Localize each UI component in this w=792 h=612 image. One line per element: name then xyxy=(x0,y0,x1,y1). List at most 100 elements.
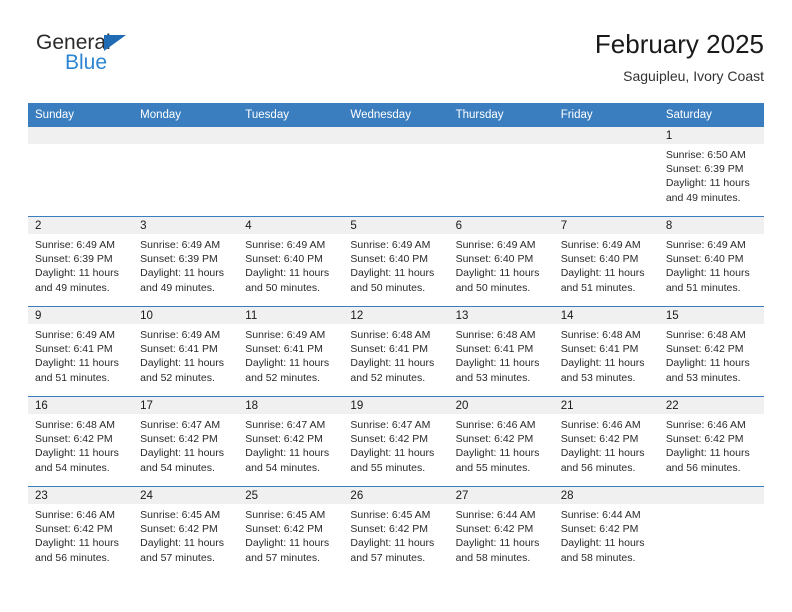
calendar-day-cell[interactable]: 28 Sunrise: 6:44 AM Sunset: 6:42 PM Dayligh… xyxy=(553,486,659,577)
sunset-text: Sunset: 6:39 PM xyxy=(35,253,113,266)
day-number: 3 xyxy=(133,217,239,234)
calendar-day-cell[interactable]: 16 Sunrise: 6:48 AM Sunset: 6:42 PM Dayligh… xyxy=(28,396,134,487)
day-cell-inner: 27 Sunrise: 6:44 AM Sunset: 6:42 PM Dayligh… xyxy=(448,487,554,577)
day-cell-inner: 6 Sunrise: 6:49 AM Sunset: 6:40 PM Daylight… xyxy=(448,217,554,306)
daylight-text: Daylight: 11 hours and 54 minutes. xyxy=(35,447,119,474)
day-details: Sunrise: 6:45 AM Sunset: 6:42 PM Daylight:… xyxy=(133,504,238,565)
calendar-day-cell[interactable]: 3 Sunrise: 6:49 AM Sunset: 6:39 PM Daylight… xyxy=(133,216,239,307)
day-details: Sunrise: 6:48 AM Sunset: 6:41 PM Daylight:… xyxy=(554,324,659,385)
daylight-text: Daylight: 11 hours and 57 minutes. xyxy=(350,537,435,564)
calendar-day-cell[interactable]: 18 Sunrise: 6:47 AM Sunset: 6:42 PM Dayligh… xyxy=(238,396,344,487)
sunset-text: Sunset: 6:41 PM xyxy=(35,343,113,356)
calendar-day-cell[interactable]: 27 Sunrise: 6:44 AM Sunset: 6:42 PM Dayligh… xyxy=(448,486,554,577)
calendar-day-cell[interactable]: 2 Sunrise: 6:49 AM Sunset: 6:39 PM Daylight… xyxy=(28,216,134,307)
sunset-text: Sunset: 6:40 PM xyxy=(455,253,534,266)
sunrise-text: Sunrise: 6:49 AM xyxy=(245,329,326,341)
calendar-day-cell[interactable]: 4 Sunrise: 6:49 AM Sunset: 6:40 PM Daylight… xyxy=(238,216,344,307)
calendar-day-cell[interactable]: 25 Sunrise: 6:45 AM Sunset: 6:42 PM Dayligh… xyxy=(238,486,344,577)
sunrise-text: Sunrise: 6:47 AM xyxy=(350,419,431,431)
day-details: Sunrise: 6:46 AM Sunset: 6:42 PM Daylight:… xyxy=(28,504,133,565)
page-title: February 2025 xyxy=(594,29,764,59)
logo-triangle-icon xyxy=(104,35,126,51)
day-details: Sunrise: 6:49 AM Sunset: 6:40 PM Daylight:… xyxy=(238,234,343,295)
daylight-text: Daylight: 11 hours and 49 minutes. xyxy=(35,267,119,294)
calendar-day-cell-empty xyxy=(343,126,449,217)
calendar-day-cell[interactable]: 24 Sunrise: 6:45 AM Sunset: 6:42 PM Dayligh… xyxy=(133,486,239,577)
sunrise-text: Sunrise: 6:49 AM xyxy=(245,239,326,251)
calendar-day-cell[interactable]: 9 Sunrise: 6:49 AM Sunset: 6:41 PM Daylight… xyxy=(28,306,134,397)
day-number: 8 xyxy=(658,217,764,234)
calendar-day-cell[interactable]: 19 Sunrise: 6:47 AM Sunset: 6:42 PM Dayligh… xyxy=(343,396,449,487)
calendar-day-cell[interactable]: 22 Sunrise: 6:46 AM Sunset: 6:42 PM Dayligh… xyxy=(658,396,764,487)
day-details: Sunrise: 6:49 AM Sunset: 6:41 PM Daylight:… xyxy=(133,324,238,385)
sunset-text: Sunset: 6:42 PM xyxy=(665,343,744,356)
sunset-text: Sunset: 6:42 PM xyxy=(245,523,323,536)
daylight-text: Daylight: 11 hours and 53 minutes. xyxy=(455,357,540,384)
day-cell-inner: 21 Sunrise: 6:46 AM Sunset: 6:42 PM Dayligh… xyxy=(553,397,659,486)
weekday-header-saturday: Saturday xyxy=(658,103,764,127)
day-number: 9 xyxy=(28,307,134,324)
sunset-text: Sunset: 6:40 PM xyxy=(665,253,744,266)
day-cell-inner: 26 Sunrise: 6:45 AM Sunset: 6:42 PM Dayligh… xyxy=(343,487,449,577)
day-number: 21 xyxy=(553,397,659,414)
day-number: 14 xyxy=(553,307,659,324)
day-cell-inner: 22 Sunrise: 6:46 AM Sunset: 6:42 PM Dayligh… xyxy=(658,397,764,486)
general-blue-logo[interactable]: General Blue xyxy=(36,32,176,88)
day-number: 18 xyxy=(238,397,344,414)
day-number xyxy=(658,487,764,504)
day-number: 24 xyxy=(133,487,239,504)
calendar-day-cell[interactable]: 23 Sunrise: 6:46 AM Sunset: 6:42 PM Dayligh… xyxy=(28,486,134,577)
calendar-day-cell[interactable]: 12 Sunrise: 6:48 AM Sunset: 6:41 PM Dayligh… xyxy=(343,306,449,397)
calendar-day-cell[interactable]: 15 Sunrise: 6:48 AM Sunset: 6:42 PM Dayligh… xyxy=(658,306,764,397)
day-details: Sunrise: 6:48 AM Sunset: 6:42 PM Daylight:… xyxy=(28,414,133,475)
sunrise-text: Sunrise: 6:48 AM xyxy=(560,329,641,341)
calendar-day-cell[interactable]: 7 Sunrise: 6:49 AM Sunset: 6:40 PM Daylight… xyxy=(553,216,659,307)
calendar-day-cell[interactable]: 17 Sunrise: 6:47 AM Sunset: 6:42 PM Dayligh… xyxy=(133,396,239,487)
day-cell-inner: 9 Sunrise: 6:49 AM Sunset: 6:41 PM Daylight… xyxy=(28,307,134,396)
calendar-day-cell[interactable]: 8 Sunrise: 6:49 AM Sunset: 6:40 PM Daylight… xyxy=(658,216,764,307)
day-details: Sunrise: 6:49 AM Sunset: 6:41 PM Daylight:… xyxy=(28,324,133,385)
sunset-text: Sunset: 6:42 PM xyxy=(350,523,429,536)
day-cell-inner xyxy=(343,127,449,216)
daylight-text: Daylight: 11 hours and 50 minutes. xyxy=(455,267,540,294)
calendar-day-cell[interactable]: 26 Sunrise: 6:45 AM Sunset: 6:42 PM Dayligh… xyxy=(343,486,449,577)
day-number: 6 xyxy=(448,217,554,234)
day-details: Sunrise: 6:49 AM Sunset: 6:40 PM Daylight:… xyxy=(554,234,659,295)
calendar-day-cell[interactable]: 6 Sunrise: 6:49 AM Sunset: 6:40 PM Daylight… xyxy=(448,216,554,307)
sunrise-text: Sunrise: 6:49 AM xyxy=(350,239,431,251)
calendar-day-cell[interactable]: 21 Sunrise: 6:46 AM Sunset: 6:42 PM Dayligh… xyxy=(553,396,659,487)
day-details: Sunrise: 6:48 AM Sunset: 6:42 PM Daylight:… xyxy=(659,324,764,385)
calendar-day-cell[interactable]: 1 Sunrise: 6:50 AM Sunset: 6:39 PM Daylight… xyxy=(658,126,764,217)
day-number: 4 xyxy=(238,217,344,234)
calendar-day-cell[interactable]: 13 Sunrise: 6:48 AM Sunset: 6:41 PM Dayligh… xyxy=(448,306,554,397)
daylight-text: Daylight: 11 hours and 50 minutes. xyxy=(350,267,435,294)
day-details: Sunrise: 6:44 AM Sunset: 6:42 PM Daylight:… xyxy=(449,504,554,565)
day-number: 11 xyxy=(238,307,344,324)
day-number xyxy=(448,127,554,144)
calendar-day-cell[interactable]: 11 Sunrise: 6:49 AM Sunset: 6:41 PM Dayligh… xyxy=(238,306,344,397)
daylight-text: Daylight: 11 hours and 52 minutes. xyxy=(350,357,435,384)
calendar-week-row: 2 Sunrise: 6:49 AM Sunset: 6:39 PM Daylight… xyxy=(28,216,764,307)
calendar-day-cell[interactable]: 20 Sunrise: 6:46 AM Sunset: 6:42 PM Dayligh… xyxy=(448,396,554,487)
daylight-text: Daylight: 11 hours and 54 minutes. xyxy=(245,447,330,474)
day-number: 10 xyxy=(133,307,239,324)
day-cell-inner: 14 Sunrise: 6:48 AM Sunset: 6:41 PM Dayligh… xyxy=(553,307,659,396)
day-cell-inner xyxy=(658,487,764,577)
day-number: 23 xyxy=(28,487,134,504)
daylight-text: Daylight: 11 hours and 49 minutes. xyxy=(665,177,750,204)
sunrise-text: Sunrise: 6:46 AM xyxy=(35,509,115,521)
day-details: Sunrise: 6:50 AM Sunset: 6:39 PM Daylight:… xyxy=(659,144,764,205)
daylight-text: Daylight: 11 hours and 53 minutes. xyxy=(665,357,750,384)
calendar-day-cell[interactable]: 14 Sunrise: 6:48 AM Sunset: 6:41 PM Dayligh… xyxy=(553,306,659,397)
calendar-day-cell[interactable]: 10 Sunrise: 6:49 AM Sunset: 6:41 PM Dayligh… xyxy=(133,306,239,397)
calendar-body: 1 Sunrise: 6:50 AM Sunset: 6:39 PM Daylight… xyxy=(28,126,764,577)
sunset-text: Sunset: 6:41 PM xyxy=(560,343,639,356)
daylight-text: Daylight: 11 hours and 51 minutes. xyxy=(560,267,645,294)
sunrise-text: Sunrise: 6:48 AM xyxy=(665,329,746,341)
calendar-day-cell-empty xyxy=(448,126,554,217)
sunrise-text: Sunrise: 6:47 AM xyxy=(140,419,221,431)
calendar-day-cell[interactable]: 5 Sunrise: 6:49 AM Sunset: 6:40 PM Daylight… xyxy=(343,216,449,307)
day-cell-inner: 15 Sunrise: 6:48 AM Sunset: 6:42 PM Dayligh… xyxy=(658,307,764,396)
page-header: General Blue February 2025 Saguipleu, Iv… xyxy=(28,28,764,98)
day-details: Sunrise: 6:49 AM Sunset: 6:41 PM Daylight:… xyxy=(238,324,343,385)
